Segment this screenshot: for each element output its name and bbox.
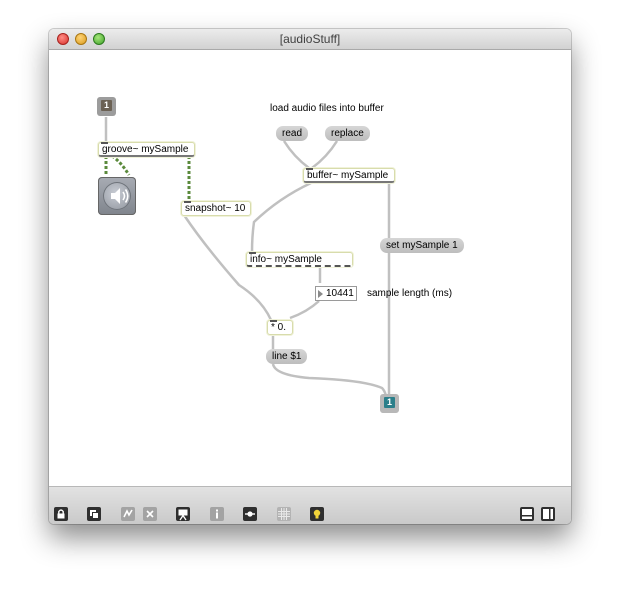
window-title: [audioStuff] [279, 32, 341, 46]
dot-slider-icon[interactable] [242, 506, 258, 522]
new-view-icon[interactable] [86, 506, 102, 522]
object-buffer[interactable]: buffer~ mySample [303, 168, 395, 183]
number-arrow-icon [318, 290, 323, 298]
layout-bottom-icon[interactable] [519, 506, 535, 522]
object-groove[interactable]: groove~ mySample [98, 142, 195, 157]
patch-cords [104, 117, 391, 407]
toggle-top-value: 1 [101, 100, 112, 111]
close-x-icon [142, 506, 158, 522]
number-value: 10441 [326, 288, 354, 299]
number-box-sample-length[interactable]: 10441 [315, 286, 357, 301]
message-read[interactable]: read [276, 126, 309, 141]
presentation-icon[interactable] [175, 506, 191, 522]
lock-icon[interactable] [53, 506, 69, 522]
message-line[interactable]: line $1 [266, 349, 308, 364]
cord-buffer-to-info[interactable] [250, 181, 312, 253]
title-bar: [audioStuff] [49, 29, 571, 50]
comment-load-audio: load audio files into buffer [270, 103, 384, 114]
object-snapshot[interactable]: snapshot~ 10 [181, 201, 251, 216]
grid-icon [276, 506, 292, 522]
speaker-ezdac[interactable] [98, 177, 136, 215]
toggle-top[interactable]: 1 [97, 97, 116, 116]
cord-read-to-buffer[interactable] [282, 140, 310, 170]
cord-snapshot-to-mult[interactable] [182, 214, 273, 321]
patch-canvas[interactable]: 1 load audio files into buffer read repl… [49, 50, 571, 486]
object-multiply[interactable]: * 0. [267, 320, 293, 335]
toggle-bottom[interactable]: 1 [380, 394, 399, 413]
message-replace[interactable]: replace [325, 126, 370, 141]
cord-groove-to-speaker-right[interactable] [111, 154, 131, 176]
patcher-toolbar [49, 486, 571, 524]
message-set-mysample[interactable]: set mySample 1 [380, 238, 464, 253]
cord-replace-to-buffer[interactable] [311, 140, 339, 170]
layout-right-icon[interactable] [540, 506, 556, 522]
object-info[interactable]: info~ mySample [246, 252, 353, 267]
speaker-icon [111, 188, 129, 204]
comment-sample-length: sample length (ms) [367, 288, 453, 299]
bulb-icon[interactable] [309, 506, 325, 522]
info-icon [209, 506, 225, 522]
patcher-window: [audioStuff] 1 load audio files into buf… [49, 29, 571, 524]
cord-number-to-mult[interactable] [289, 300, 320, 320]
cord-line-to-toggle[interactable] [271, 363, 389, 407]
clipboard-icon [120, 506, 136, 522]
toggle-bottom-value: 1 [384, 397, 395, 408]
